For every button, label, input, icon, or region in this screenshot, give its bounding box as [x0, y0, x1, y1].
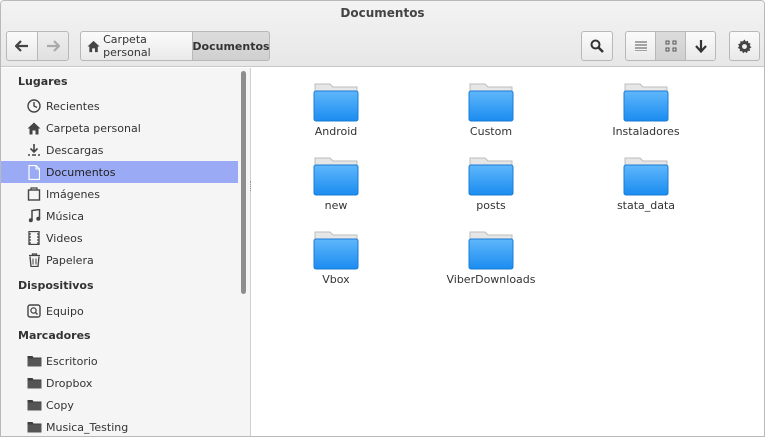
- sidebar-item-label: Papelera: [46, 253, 94, 267]
- sidebar-item-label: Recientes: [46, 99, 100, 113]
- sidebar-item-dropbox[interactable]: Dropbox: [1, 372, 238, 394]
- list-icon: [634, 41, 647, 51]
- navigation-buttons: [6, 31, 69, 61]
- sidebar-item-musica[interactable]: Música: [1, 205, 238, 227]
- folder-icon: [468, 231, 514, 270]
- file-name: Android: [314, 125, 358, 138]
- folder-item-new[interactable]: new: [256, 156, 416, 220]
- folder-icon: [313, 83, 359, 122]
- music-icon: [26, 208, 42, 224]
- sidebar-item-label: Carpeta personal: [46, 121, 141, 135]
- folder-item-instaladores[interactable]: Instaladores: [566, 82, 726, 146]
- window-title: Documentos: [340, 6, 425, 20]
- folder-icon: [26, 375, 42, 391]
- sidebar-item-label: Dropbox: [46, 376, 93, 390]
- arrow-right-icon: [47, 40, 60, 52]
- file-name: Instaladores: [612, 125, 680, 138]
- folder-icon: [468, 157, 514, 196]
- folder-item-vbox[interactable]: Vbox: [256, 230, 416, 294]
- file-name: posts: [476, 199, 506, 212]
- sidebar-item-label: Documentos: [46, 165, 116, 179]
- sidebar: Lugares Recientes Carpeta personal Desca…: [1, 68, 251, 436]
- folder-item-stata-data[interactable]: stata_data: [566, 156, 726, 220]
- devices-heading: Dispositivos: [18, 279, 94, 292]
- image-icon: [26, 186, 42, 202]
- drive-icon: [26, 303, 42, 319]
- gear-icon: [737, 38, 752, 53]
- breadcrumb-home-label: Carpeta personal: [103, 33, 151, 59]
- grid-icon: [665, 40, 676, 52]
- sidebar-item-escritorio[interactable]: Escritorio: [1, 350, 238, 372]
- sidebar-item-carpeta-personal[interactable]: Carpeta personal: [1, 117, 238, 139]
- sidebar-item-label: Música: [46, 209, 85, 223]
- sidebar-item-recientes[interactable]: Recientes: [1, 95, 238, 117]
- folder-item-custom[interactable]: Custom: [411, 82, 571, 146]
- folder-icon: [313, 157, 359, 196]
- view-switcher: [625, 31, 716, 61]
- folder-icon: [623, 157, 669, 196]
- home-icon: [87, 40, 100, 52]
- breadcrumb-current-label: Documentos: [192, 39, 270, 53]
- sidebar-scrollbar[interactable]: [241, 71, 246, 294]
- download-icon: [26, 142, 42, 158]
- sidebar-item-label: Escritorio: [46, 354, 98, 368]
- file-name: ViberDownloads: [446, 273, 536, 286]
- settings-button[interactable]: [729, 31, 760, 61]
- trash-icon: [26, 252, 42, 268]
- sidebar-item-documentos[interactable]: Documentos: [1, 161, 238, 183]
- sidebar-item-label: Videos: [46, 231, 83, 245]
- sidebar-item-copy[interactable]: Copy: [1, 394, 238, 416]
- folder-icon: [623, 83, 669, 122]
- search-icon: [590, 39, 604, 53]
- folder-icon: [26, 419, 42, 435]
- sidebar-item-equipo[interactable]: Equipo: [1, 300, 238, 322]
- folder-icon: [313, 231, 359, 270]
- sidebar-item-label: Imágenes: [46, 187, 100, 201]
- file-manager-window: Documentos Carpeta personal Documentos L…: [0, 0, 765, 437]
- clock-icon: [26, 98, 42, 114]
- sidebar-item-label: Musica_Testing: [46, 420, 129, 434]
- file-name: Vbox: [322, 273, 350, 286]
- file-view: Android Custom Instaladores new posts st…: [253, 68, 764, 436]
- sidebar-item-label: Descargas: [46, 143, 104, 157]
- list-view-button[interactable]: [625, 31, 656, 61]
- folder-icon: [26, 397, 42, 413]
- folder-item-posts[interactable]: posts: [411, 156, 571, 220]
- file-name: stata_data: [616, 199, 676, 212]
- bookmarks-heading: Marcadores: [18, 329, 91, 342]
- arrow-down-icon: [694, 39, 707, 53]
- arrow-left-icon: [15, 40, 28, 52]
- sidebar-item-descargas[interactable]: Descargas: [1, 139, 238, 161]
- sidebar-item-label: Copy: [46, 398, 74, 412]
- grid-view-button[interactable]: [655, 31, 686, 61]
- breadcrumb-home[interactable]: Carpeta personal: [80, 31, 193, 61]
- sidebar-item-label: Equipo: [46, 304, 84, 318]
- sidebar-item-videos[interactable]: Videos: [1, 227, 238, 249]
- film-icon: [26, 230, 42, 246]
- places-heading: Lugares: [18, 75, 68, 88]
- sidebar-item-imagenes[interactable]: Imágenes: [1, 183, 238, 205]
- sidebar-item-musica-testing[interactable]: Musica_Testing: [1, 416, 238, 436]
- folder-icon: [468, 83, 514, 122]
- sort-button[interactable]: [685, 31, 716, 61]
- home-icon: [26, 120, 42, 136]
- search-button[interactable]: [581, 31, 613, 61]
- file-name: Custom: [469, 125, 513, 138]
- breadcrumb: Carpeta personal Documentos: [80, 31, 270, 61]
- breadcrumb-current[interactable]: Documentos: [192, 31, 270, 61]
- file-name: new: [324, 199, 348, 212]
- folder-icon: [26, 353, 42, 369]
- sidebar-item-papelera[interactable]: Papelera: [1, 249, 238, 271]
- forward-button[interactable]: [37, 31, 69, 61]
- document-icon: [26, 164, 42, 180]
- folder-item-viberdownloads[interactable]: ViberDownloads: [411, 230, 571, 294]
- back-button[interactable]: [6, 31, 38, 61]
- pane-resize-handle[interactable]: [250, 181, 252, 191]
- folder-item-android[interactable]: Android: [256, 82, 416, 146]
- title-bar: Documentos Carpeta personal Documentos: [1, 1, 764, 67]
